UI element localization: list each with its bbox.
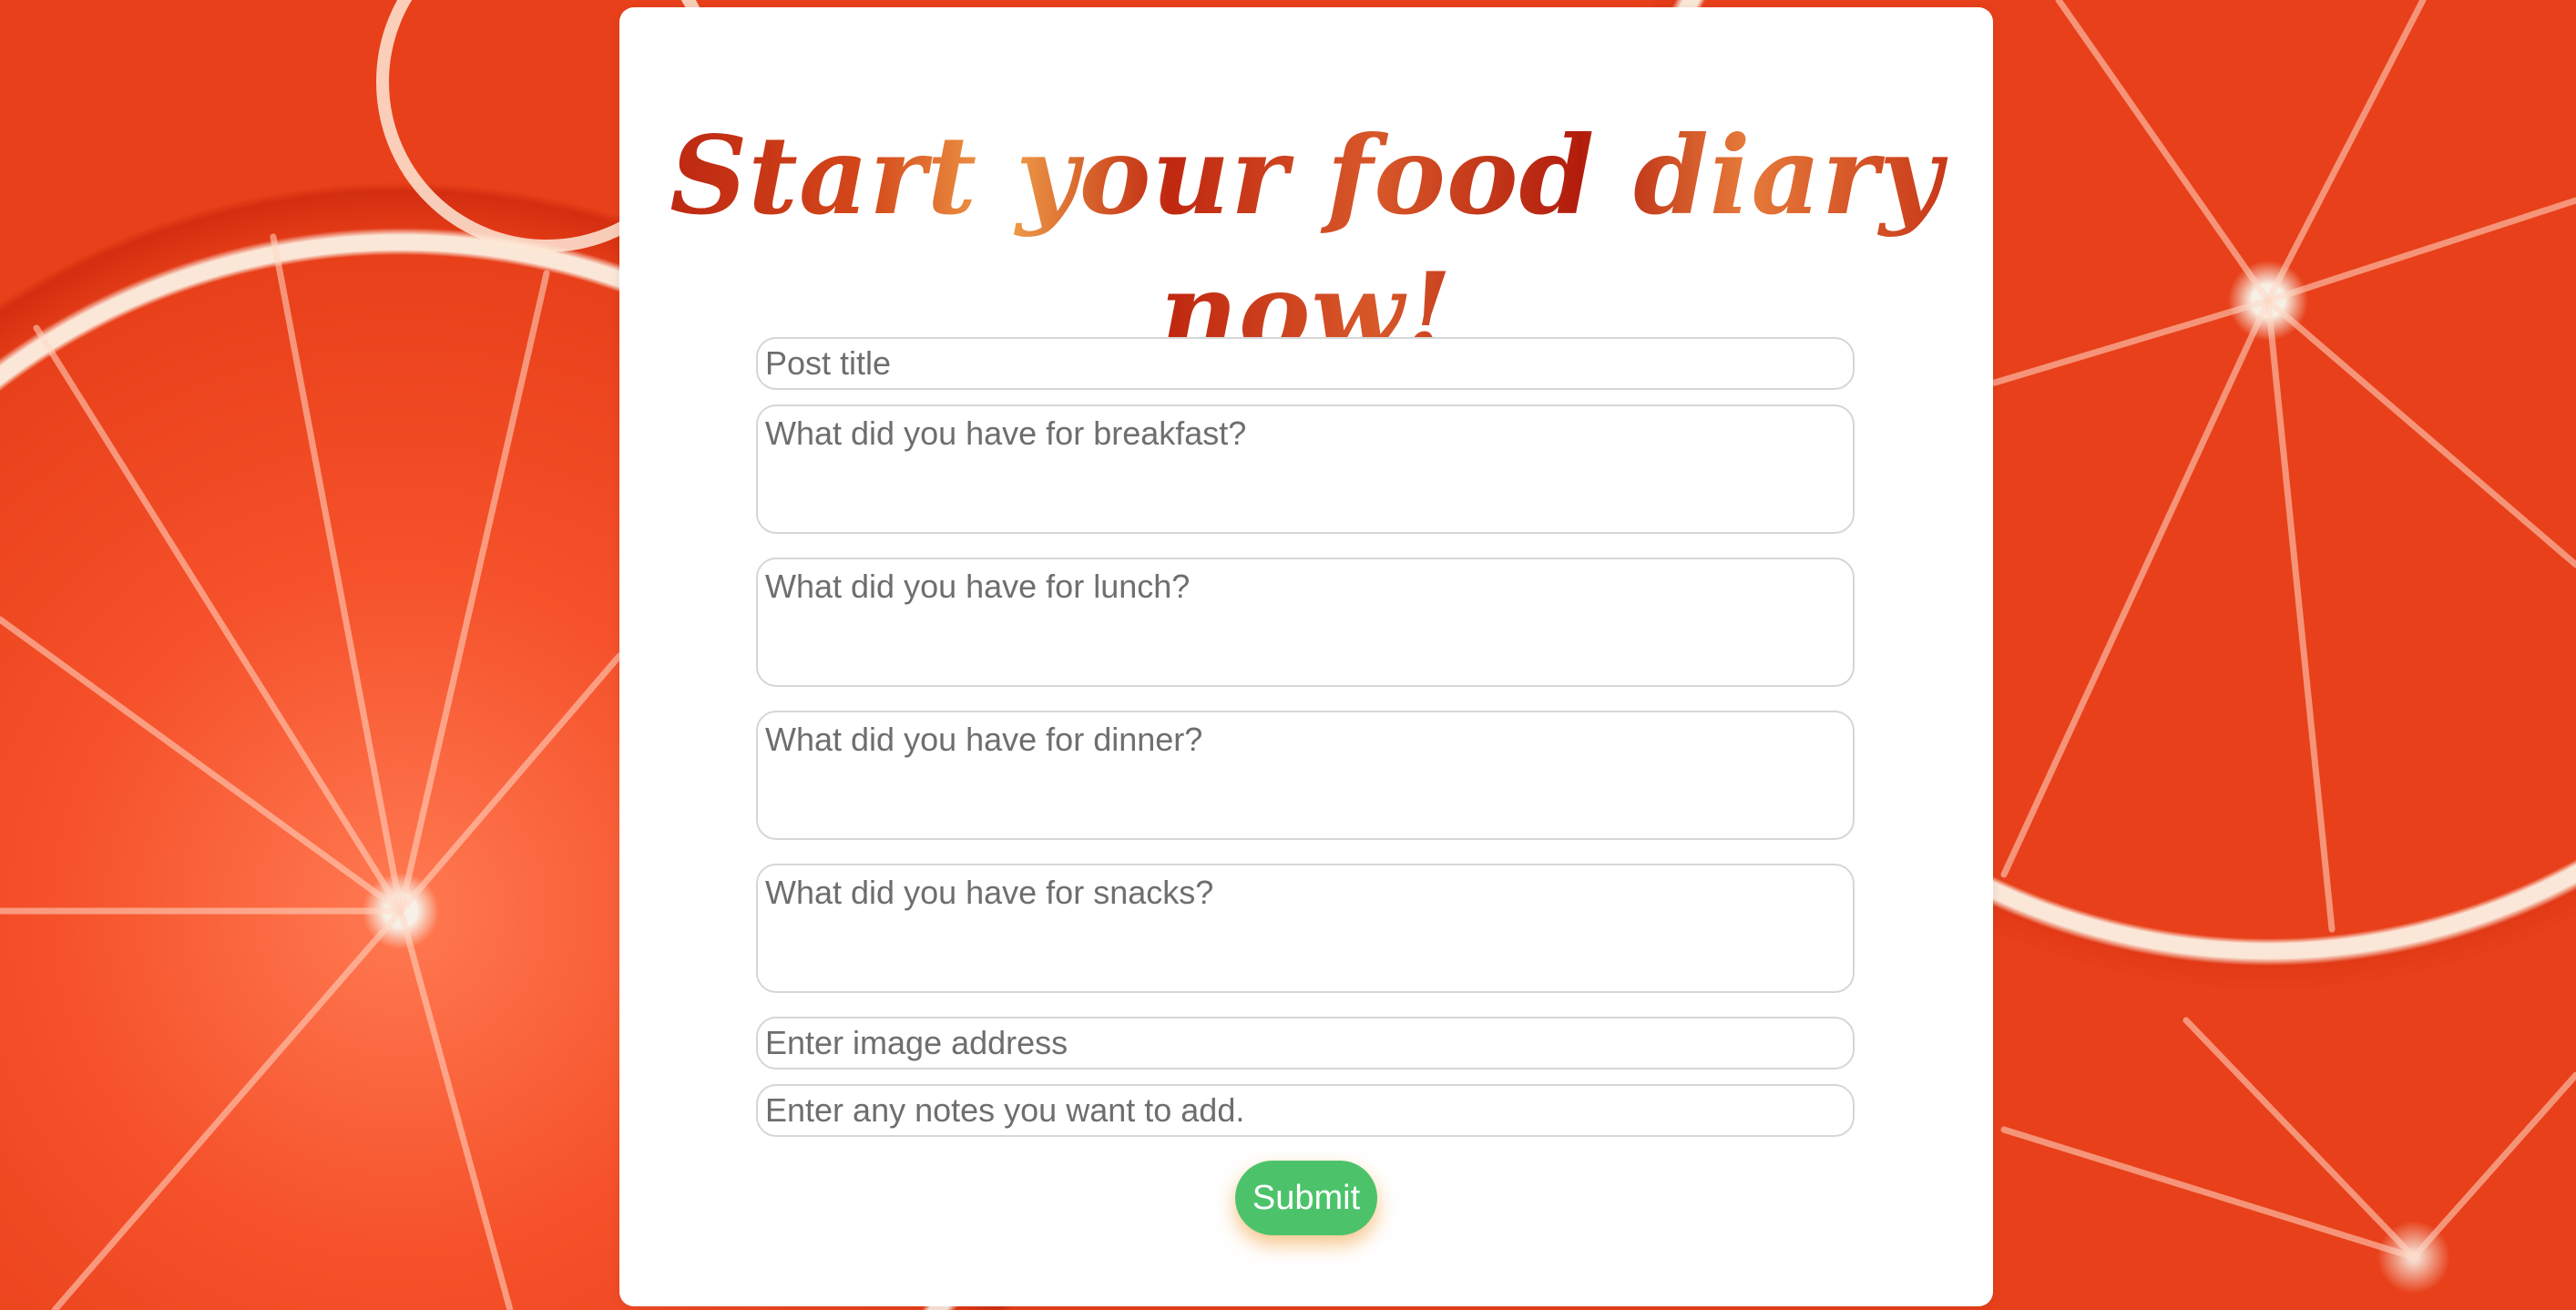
notes-input[interactable] (756, 1084, 1855, 1137)
submit-button[interactable]: Submit (1235, 1161, 1377, 1235)
breakfast-textarea[interactable] (756, 404, 1855, 534)
image-address-input[interactable] (756, 1017, 1855, 1069)
snacks-textarea[interactable] (756, 864, 1855, 993)
post-title-input[interactable] (756, 337, 1855, 390)
lunch-textarea[interactable] (756, 558, 1855, 687)
diary-form-card: Start your food diary now! Submit (619, 7, 1993, 1306)
dinner-textarea[interactable] (756, 711, 1855, 840)
